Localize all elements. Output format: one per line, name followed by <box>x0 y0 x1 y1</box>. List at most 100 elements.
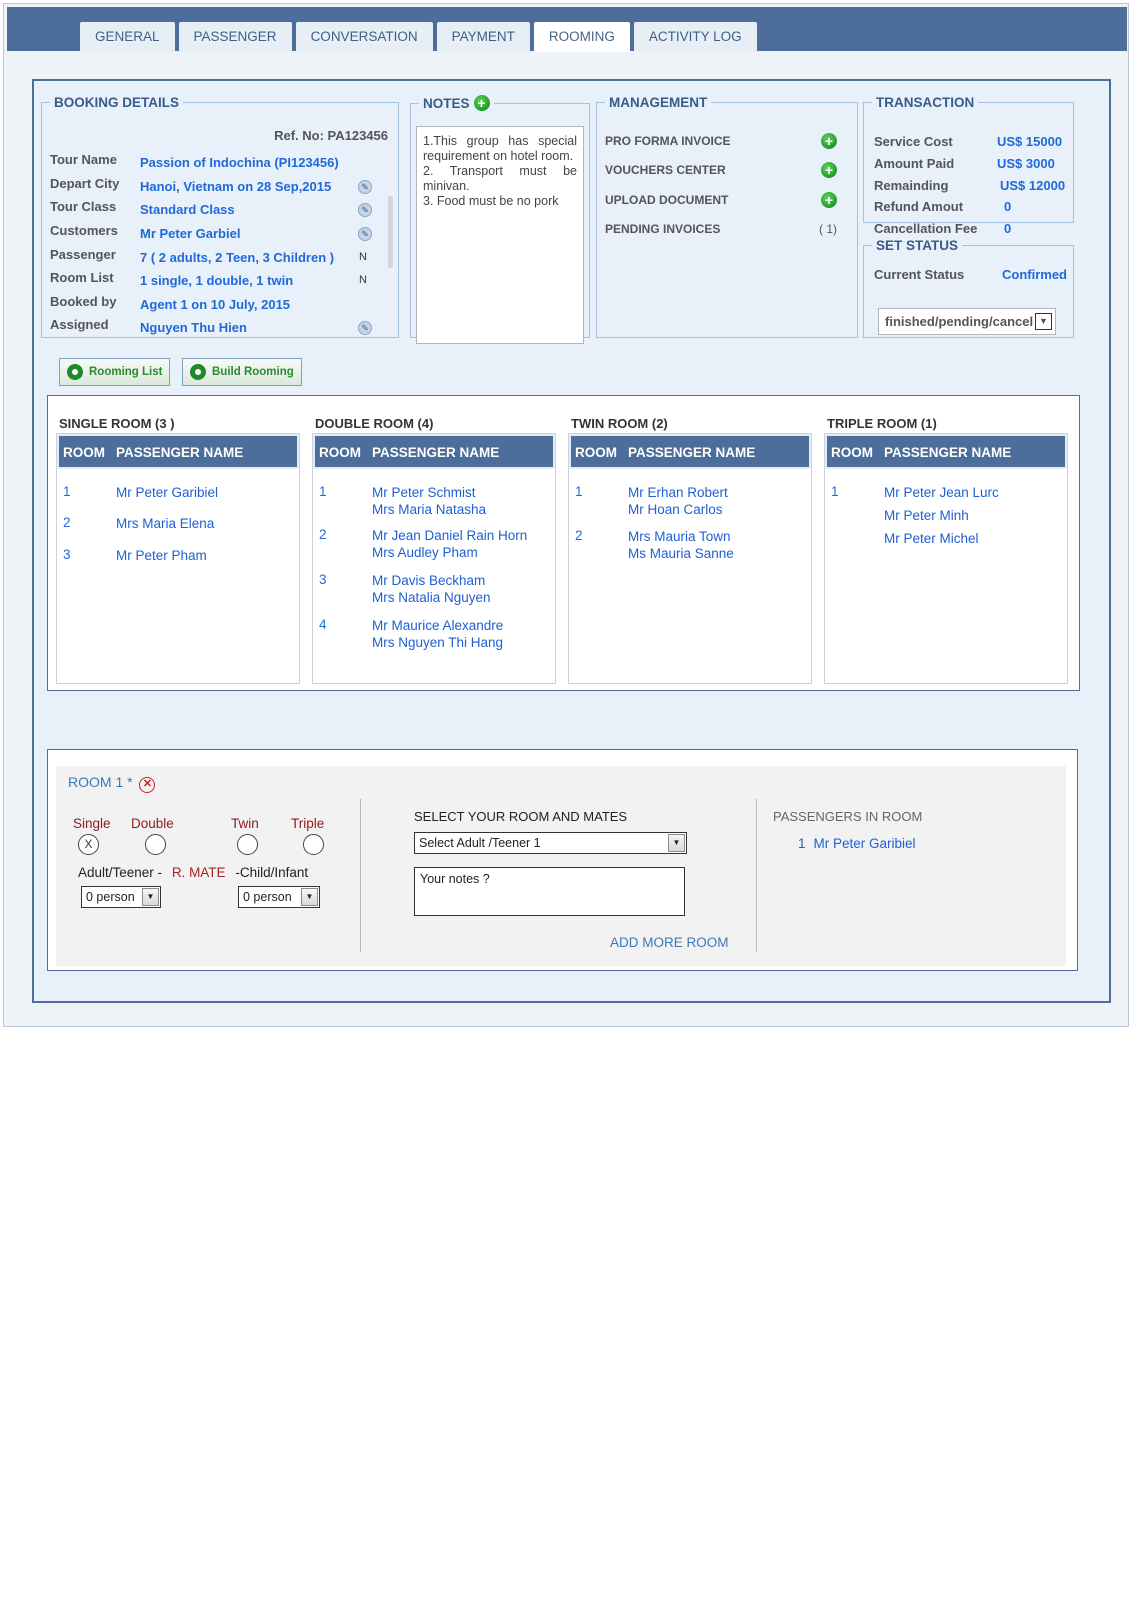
child-count-select[interactable]: 0 person ▼ <box>238 886 320 908</box>
room-number: 1 <box>319 484 327 499</box>
room-type-radio-triple[interactable] <box>303 834 324 855</box>
child-infant-label: -Child/Infant <box>235 865 309 880</box>
add-icon[interactable]: + <box>821 162 837 178</box>
booking-details-title: BOOKING DETAILS <box>54 95 180 110</box>
transaction-title: TRANSACTION <box>876 95 975 110</box>
passenger-name: Mrs Nguyen Thi Hang <box>372 635 504 650</box>
header-passenger-name: PASSENGER NAME <box>884 445 1012 460</box>
passenger-name: Mr Peter Jean Lurc <box>884 485 999 500</box>
chevron-down-icon: ▼ <box>142 888 159 906</box>
header-room: ROOM <box>319 445 361 460</box>
transaction-label: Amount Paid <box>874 156 955 171</box>
adult-count-select[interactable]: 0 person ▼ <box>81 886 161 908</box>
edit-icon[interactable]: ✎ <box>358 321 372 335</box>
passengers-in-room-title: PASSENGERS IN ROOM <box>773 809 923 824</box>
room-table: ROOM PASSENGER NAME 1 Mr Peter Garibiel 2 Mrs… <box>56 433 300 684</box>
room-number: 2 <box>319 527 327 542</box>
edit-icon[interactable]: ✎ <box>358 180 372 194</box>
current-status-value: Confirmed <box>1002 267 1067 282</box>
passenger-names: Mr Jean Daniel Rain Horn Mrs Audley Pham <box>372 527 527 561</box>
transaction-value: 0 <box>1004 221 1012 236</box>
room-form-label: ROOM 1 * <box>68 774 133 790</box>
passenger-name: Mr Peter Garibiel <box>813 836 916 851</box>
passenger-name: Mr Jean Daniel Rain Horn <box>372 528 528 543</box>
booking-field-label: Passenger <box>50 247 116 262</box>
room-number: 1 <box>575 484 583 499</box>
remove-room-icon[interactable]: ✕ <box>139 777 156 793</box>
chevron-down-icon: ▼ <box>1035 313 1052 330</box>
room-number: 1 <box>63 484 71 499</box>
room-table: ROOM PASSENGER NAME 1 Mr Peter Jean Lurc Mr … <box>824 433 1068 684</box>
booking-field-value: Standard Class <box>140 202 235 217</box>
tab-general[interactable]: GENERAL <box>80 22 175 52</box>
status-select[interactable]: finished/pending/cancel ▼ <box>878 308 1056 335</box>
management-title: MANAGEMENT <box>609 95 708 110</box>
edit-icon[interactable]: ✎ <box>358 203 372 217</box>
select-room-title: SELECT YOUR ROOM AND MATES <box>414 809 628 824</box>
add-more-room-link[interactable]: ADD MORE ROOM <box>610 935 729 950</box>
child-count-value: 0 person <box>243 890 292 904</box>
tab-payment[interactable]: PAYMENT <box>436 22 530 52</box>
management-item-1[interactable]: VOUCHERS CENTER <box>605 163 726 177</box>
tab-conversation[interactable]: CONVERSATION <box>295 22 433 52</box>
booking-field-label: Tour Class <box>50 199 117 214</box>
chevron-down-icon: ▼ <box>668 834 685 852</box>
room-column: TWIN ROOM (2) ROOM PASSENGER NAME 1 Mr Erhan… <box>568 396 812 684</box>
rooming-list-label: Rooming List <box>89 366 163 378</box>
header-passenger-name: PASSENGER NAME <box>372 445 500 460</box>
transaction-section: TRANSACTION Service Cost US$ 15000 Amount … <box>863 95 1074 236</box>
booking-field-value: Passion of Indochina (PI123456) <box>140 155 339 170</box>
room-notes-input[interactable]: Your notes ? <box>414 867 685 916</box>
room-number: 2 <box>63 515 71 530</box>
management-item-0[interactable]: PRO FORMA INVOICE <box>605 134 731 148</box>
add-icon[interactable]: + <box>821 133 837 149</box>
passenger-names: Mrs Mauria Town Ms Mauria Sanne <box>628 528 734 562</box>
build-rooming-button[interactable]: Build Rooming <box>182 358 302 386</box>
passenger-name: Ms Mauria Sanne <box>628 546 734 561</box>
room-type-label: Single <box>73 816 111 831</box>
room-table-header: ROOM PASSENGER NAME <box>569 434 811 469</box>
transaction-label: Refund Amout <box>874 199 964 214</box>
rooming-list-button[interactable]: Rooming List <box>59 358 171 386</box>
list-item[interactable]: 1 Mr Peter Garibiel <box>798 836 916 851</box>
booking-flag: N <box>359 274 367 286</box>
booking-field-label: Tour Name <box>50 152 117 167</box>
room-table: ROOM PASSENGER NAME 1 Mr Erhan Robert Mr Hoa… <box>568 433 812 684</box>
passenger-name: Mr Peter Minh <box>884 508 969 523</box>
room-type-radio-single[interactable]: X <box>78 834 99 855</box>
room-type-radio-twin[interactable] <box>237 834 258 855</box>
room-type-label: Triple <box>291 816 325 831</box>
room-table-header: ROOM PASSENGER NAME <box>825 434 1067 469</box>
booking-scrollbar[interactable] <box>388 196 393 268</box>
management-item-3[interactable]: PENDING INVOICES <box>605 222 720 236</box>
notes-text[interactable]: 1.This group has special requirement on … <box>416 126 584 344</box>
transaction-label: Service Cost <box>874 134 953 149</box>
room-type-title: TRIPLE ROOM (1) <box>827 416 937 431</box>
rooming-list-panel: SINGLE ROOM (3 ) ROOM PASSENGER NAME 1 Mr Pe… <box>47 395 1080 691</box>
add-note-icon[interactable]: + <box>473 95 490 111</box>
passenger-number: 1 <box>798 836 806 851</box>
tab-passenger[interactable]: PASSENGER <box>178 22 292 52</box>
tab-activity-log[interactable]: ACTIVITY LOG <box>633 22 757 52</box>
tab-rooming[interactable]: ROOMING <box>533 22 630 52</box>
passenger-name: Mr Peter Garibiel <box>116 485 219 500</box>
select-mate-value: Select Adult /Teener 1 <box>419 836 541 850</box>
booking-field-label: Customers <box>50 223 118 238</box>
header-passenger-name: PASSENGER NAME <box>628 445 756 460</box>
management-section: MANAGEMENT PRO FORMA INVOICE + VOUCHERS CE… <box>596 95 858 338</box>
room-number: 4 <box>319 617 327 632</box>
room-type-radio-double[interactable] <box>145 834 166 855</box>
top-tab-bar: GENERAL PASSENGER CONVERSATION PAYMENT ROOMI… <box>7 7 1127 52</box>
management-item-2[interactable]: UPLOAD DOCUMENT <box>605 193 728 207</box>
edit-icon[interactable]: ✎ <box>358 227 372 241</box>
select-mate-select[interactable]: Select Adult /Teener 1 ▼ <box>414 832 687 854</box>
room-table: ROOM PASSENGER NAME 1 Mr Peter Schmist Mrs M… <box>312 433 556 684</box>
booking-field-value: 7 ( 2 adults, 2 Teen, 3 Children ) <box>140 250 335 265</box>
room-notes-placeholder: Your notes ? <box>420 872 490 886</box>
booking-field-value: 1 single, 1 double, 1 twin <box>140 273 294 288</box>
passenger-names: Mr Erhan Robert Mr Hoan Carlos <box>628 484 728 518</box>
add-icon[interactable]: + <box>821 192 837 208</box>
transaction-value: US$ 12000 <box>1000 178 1066 193</box>
notes-title: NOTES + <box>419 95 494 111</box>
passenger-names: Mr Peter Pham <box>116 547 207 564</box>
